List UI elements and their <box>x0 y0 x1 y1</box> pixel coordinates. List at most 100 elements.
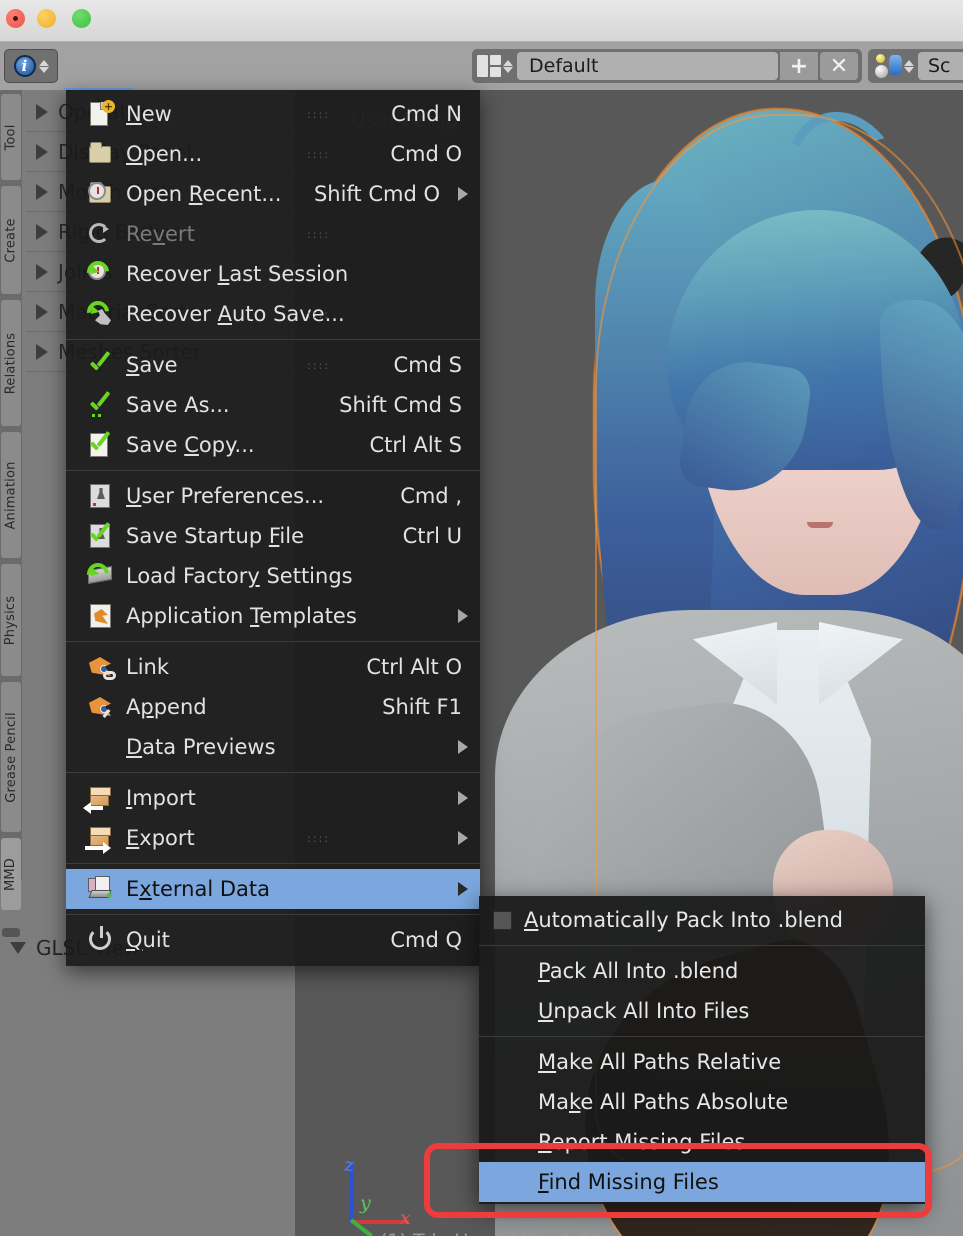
sidebar-tab-strip: Tool Create Relations Animation Physics … <box>0 90 22 937</box>
menu-item-save-startup-file[interactable]: Save Startup File Ctrl U <box>66 516 480 556</box>
tab-label: Tool <box>3 123 19 151</box>
menu-item-label: Import <box>126 786 196 810</box>
quit-icon <box>86 926 116 954</box>
minimize-window-button[interactable] <box>37 9 56 28</box>
menu-item-quit[interactable]: Quit Cmd Q <box>66 920 480 960</box>
menu-item-label: Recover Last Session <box>126 262 349 286</box>
import-icon <box>83 784 116 814</box>
menu-item-link[interactable]: Link Ctrl Alt O <box>66 647 480 687</box>
menu-item-new[interactable]: + New :::: Cmd N <box>66 94 480 134</box>
chevron-right-icon[interactable] <box>36 343 48 360</box>
drag-grip-icon: :::: <box>307 831 330 845</box>
file-dropdown-menu: + New :::: Cmd N Open... :::: Cmd O Open… <box>66 90 480 966</box>
menu-item-save-copy[interactable]: Save Copy... Ctrl Alt S <box>66 425 480 465</box>
menu-item-application-templates[interactable]: Application Templates <box>66 596 480 636</box>
remove-screen-layout-button[interactable]: ✕ <box>820 52 858 80</box>
menu-item-label: Open... <box>126 142 203 166</box>
submenu-item-label: Pack All Into .blend <box>538 959 739 983</box>
chevron-right-icon[interactable] <box>36 183 48 200</box>
menu-item-recover-auto-save[interactable]: Recover Auto Save... :::: <box>66 294 480 334</box>
sidebar-tab-animation[interactable]: Animation <box>1 432 21 558</box>
menu-item-label: Open Recent... <box>126 182 282 206</box>
menu-item-label: External Data <box>126 877 270 901</box>
close-window-button[interactable] <box>6 9 25 28</box>
revert-icon <box>86 220 116 248</box>
sidebar-tab-grease-pencil[interactable]: Grease Pencil <box>1 682 21 832</box>
add-screen-layout-button[interactable]: + <box>780 52 818 80</box>
chevron-updown-icon[interactable] <box>503 59 513 73</box>
maximize-window-button[interactable] <box>72 9 91 28</box>
chevron-right-icon[interactable] <box>36 103 48 120</box>
chevron-updown-icon <box>38 59 49 73</box>
menu-item-label: Application Templates <box>126 604 357 628</box>
chevron-updown-icon[interactable] <box>904 59 914 73</box>
menu-item-open[interactable]: Open... :::: Cmd O <box>66 134 480 174</box>
menu-item-accel: Cmd , <box>400 484 462 508</box>
menu-item-accel: Shift F1 <box>382 695 462 719</box>
tab-label: Create <box>3 217 19 263</box>
submenu-item-pack-all[interactable]: Pack All Into .blend <box>479 951 925 991</box>
sidebar-tab-physics[interactable]: Physics <box>1 564 21 676</box>
menu-separator <box>66 772 480 773</box>
submenu-item-report-missing-files[interactable]: Report Missing Files <box>479 1122 925 1162</box>
submenu-item-auto-pack[interactable]: Automatically Pack Into .blend <box>479 900 925 940</box>
menu-item-label: Save Startup File <box>126 524 304 548</box>
submenu-item-label: Unpack All Into Files <box>538 999 750 1023</box>
menu-item-append[interactable]: Append Shift F1 <box>66 687 480 727</box>
scene-name-field[interactable]: Sc <box>918 52 963 80</box>
menu-item-data-previews[interactable]: Data Previews <box>66 727 480 767</box>
menu-item-import[interactable]: Import <box>66 778 480 818</box>
menu-item-external-data[interactable]: External Data <box>66 869 480 909</box>
menu-item-save-as[interactable]: Save As... Shift Cmd S <box>66 385 480 425</box>
menu-item-save[interactable]: Save :::: Cmd S <box>66 345 480 385</box>
menu-item-open-recent[interactable]: Open Recent... Shift Cmd O <box>66 174 480 214</box>
submenu-item-find-missing-files[interactable]: Find Missing Files <box>479 1162 925 1202</box>
recover-session-icon <box>82 256 116 288</box>
tab-label: Relations <box>3 332 19 394</box>
screen-layout-widget: Default + ✕ <box>472 49 862 83</box>
scene-icon[interactable] <box>874 54 904 78</box>
menu-item-export[interactable]: Export :::: <box>66 818 480 858</box>
submenu-item-make-paths-absolute[interactable]: Make All Paths Absolute <box>479 1082 925 1122</box>
external-data-icon <box>86 875 116 903</box>
sidebar-tab-relations[interactable]: Relations <box>1 300 21 426</box>
menu-item-user-preferences[interactable]: User Preferences... Cmd , <box>66 476 480 516</box>
chevron-right-icon[interactable] <box>36 263 48 280</box>
submenu-item-unpack-all[interactable]: Unpack All Into Files <box>479 991 925 1031</box>
menu-separator <box>66 641 480 642</box>
menu-item-accel: Cmd O <box>390 142 462 166</box>
sidebar-tab-mmd[interactable]: MMD <box>1 838 21 910</box>
screen-layout-icon[interactable] <box>477 55 503 77</box>
submenu-item-label: Find Missing Files <box>538 1170 719 1194</box>
chevron-down-icon[interactable] <box>10 942 26 954</box>
menu-item-recover-last-session[interactable]: Recover Last Session <box>66 254 480 294</box>
sidebar-tab-create[interactable]: Create <box>1 186 21 294</box>
menu-item-load-factory-settings[interactable]: Load Factory Settings <box>66 556 480 596</box>
submenu-item-label: Automatically Pack Into .blend <box>524 908 843 932</box>
editor-type-selector[interactable]: i <box>4 49 58 83</box>
menu-item-label: Save Copy... <box>126 433 255 457</box>
menu-item-accel: Cmd Q <box>390 928 462 952</box>
submenu-item-make-paths-relative[interactable]: Make All Paths Relative <box>479 1042 925 1082</box>
export-icon <box>85 824 116 854</box>
tab-label: MMD <box>3 857 19 891</box>
link-icon <box>86 653 116 681</box>
menu-item-accel: Ctrl Alt O <box>366 655 462 679</box>
chevron-right-icon[interactable] <box>36 143 48 160</box>
save-copy-icon <box>86 431 116 459</box>
menu-item-label: Save <box>126 353 178 377</box>
menu-item-label: Data Previews <box>126 735 276 759</box>
chevron-right-icon[interactable] <box>36 303 48 320</box>
checkbox-unchecked-icon[interactable] <box>493 910 512 930</box>
chevron-right-icon[interactable] <box>36 223 48 240</box>
menu-item-accel: Ctrl U <box>402 524 462 548</box>
axis-label-z: z <box>344 1154 355 1176</box>
menu-item-label: Load Factory Settings <box>126 564 353 588</box>
menu-separator <box>66 339 480 340</box>
drag-grip-icon: :::: <box>307 147 330 161</box>
sidebar-tab-tool[interactable]: Tool <box>1 94 21 180</box>
screen-layout-name[interactable]: Default <box>517 52 778 80</box>
append-icon <box>86 693 116 721</box>
chevron-right-icon <box>458 882 468 896</box>
menu-item-accel: Cmd N <box>391 102 462 126</box>
